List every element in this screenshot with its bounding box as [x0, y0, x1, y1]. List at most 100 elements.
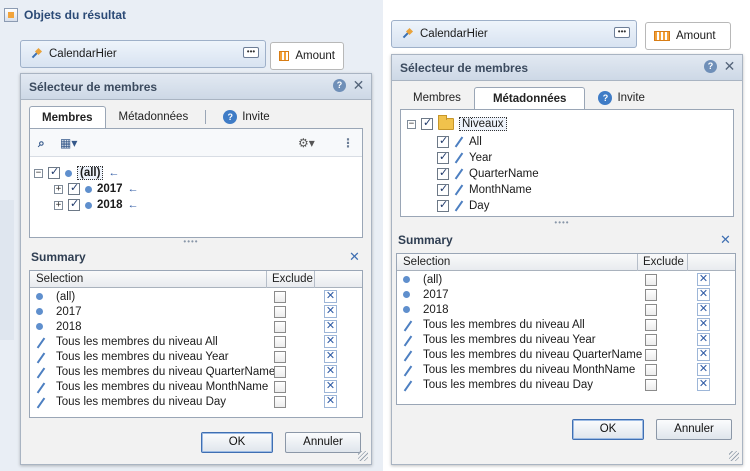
- collapse-toggle[interactable]: −: [34, 168, 43, 178]
- summary-title: Summary: [31, 250, 86, 264]
- amount-chip[interactable]: Amount: [270, 42, 344, 70]
- remove-x-icon[interactable]: ✕: [697, 363, 710, 376]
- calendarhier-chip[interactable]: CalendarHier •••: [20, 40, 266, 68]
- level-checkbox[interactable]: [437, 182, 449, 196]
- collapse-toggle[interactable]: −: [407, 119, 416, 129]
- tab-metadonnees[interactable]: Métadonnées: [106, 106, 202, 128]
- expand-toggle[interactable]: +: [54, 200, 63, 210]
- more-options-button[interactable]: •••: [243, 47, 259, 58]
- summary-row-label: Tous les membres du niveau Year: [56, 351, 229, 363]
- remove-x-icon[interactable]: ✕: [324, 380, 337, 393]
- remove-x-icon[interactable]: ✕: [324, 320, 337, 333]
- tree-node-label: QuarterName: [469, 168, 539, 180]
- ok-button[interactable]: OK: [201, 432, 273, 453]
- expand-toggle[interactable]: +: [54, 184, 63, 194]
- calendarhier-chip[interactable]: CalendarHier •••: [391, 20, 637, 48]
- exclude-checkbox[interactable]: [645, 304, 657, 316]
- tab-membres[interactable]: Membres: [29, 106, 106, 128]
- tree-node-label: (all): [77, 166, 104, 180]
- level-checkbox[interactable]: [437, 150, 449, 164]
- level-checkbox[interactable]: [437, 198, 449, 212]
- level-icon: [403, 321, 413, 331]
- checkbox-2017[interactable]: [68, 181, 80, 195]
- tree-node-level[interactable]: MonthName: [437, 182, 532, 198]
- checkbox-2018[interactable]: [68, 197, 80, 211]
- tab-invite[interactable]: ? Invite: [585, 87, 658, 109]
- wrench-icon[interactable]: ⚙▾: [298, 136, 315, 150]
- exclude-checkbox[interactable]: [274, 351, 286, 363]
- remove-x-icon[interactable]: ✕: [697, 318, 710, 331]
- help-icon[interactable]: ?: [704, 60, 717, 73]
- exclude-checkbox[interactable]: [274, 291, 286, 303]
- summary-row-label: Tous les membres du niveau Day: [423, 379, 594, 391]
- tree-node-2017[interactable]: + 2017 ←: [54, 181, 139, 197]
- amount-chip[interactable]: Amount: [645, 22, 731, 50]
- exclude-checkbox[interactable]: [274, 306, 286, 318]
- tree-node-level[interactable]: QuarterName: [437, 166, 539, 182]
- tab-invite-label: Invite: [242, 111, 270, 123]
- tab-membres-label: Membres: [413, 92, 461, 104]
- exclude-checkbox[interactable]: [645, 319, 657, 331]
- remove-x-icon[interactable]: ✕: [324, 350, 337, 363]
- remove-x-icon[interactable]: ✕: [697, 303, 710, 316]
- exclude-checkbox[interactable]: [645, 334, 657, 346]
- tree-node-level[interactable]: All: [437, 134, 482, 150]
- tree-node-level[interactable]: Day: [437, 198, 489, 214]
- background-fragment: [0, 200, 14, 340]
- close-icon[interactable]: ✕: [723, 59, 736, 73]
- checkbox-all[interactable]: [48, 165, 60, 179]
- resize-grip[interactable]: [729, 451, 739, 461]
- level-icon: [454, 169, 464, 179]
- exclude-checkbox[interactable]: [274, 336, 286, 348]
- binoculars-icon[interactable]: ⌕: [38, 136, 45, 150]
- tree-node-level[interactable]: Year: [437, 150, 492, 166]
- remove-x-icon[interactable]: ✕: [697, 348, 710, 361]
- exclude-checkbox[interactable]: [274, 366, 286, 378]
- resize-grip[interactable]: [358, 451, 368, 461]
- more-options-button[interactable]: •••: [614, 27, 630, 38]
- column-separator: [266, 271, 267, 288]
- remove-x-icon[interactable]: ✕: [324, 365, 337, 378]
- summary-close-icon[interactable]: ✕: [349, 249, 360, 265]
- exclude-checkbox[interactable]: [645, 349, 657, 361]
- help-icon[interactable]: ?: [333, 79, 346, 92]
- summary-row: Tous les membres du niveau All ✕: [397, 318, 735, 333]
- exclude-checkbox[interactable]: [645, 289, 657, 301]
- exclude-checkbox[interactable]: [645, 379, 657, 391]
- level-checkbox[interactable]: [437, 134, 449, 148]
- cancel-button[interactable]: Annuler: [285, 432, 361, 453]
- close-icon[interactable]: ✕: [352, 78, 365, 92]
- tree-node-niveaux[interactable]: − Niveaux: [407, 115, 507, 132]
- remove-x-icon[interactable]: ✕: [324, 305, 337, 318]
- exclude-checkbox[interactable]: [274, 396, 286, 408]
- col-exclude: Exclude: [643, 256, 684, 268]
- remove-x-icon[interactable]: ✕: [697, 333, 710, 346]
- level-checkbox[interactable]: [437, 166, 449, 180]
- tree-structure-icon[interactable]: ▦▾: [60, 136, 77, 150]
- remove-x-icon[interactable]: ✕: [697, 288, 710, 301]
- tree-node-2018[interactable]: + 2018 ←: [54, 197, 139, 213]
- remove-x-icon[interactable]: ✕: [324, 290, 337, 303]
- level-icon: [454, 137, 464, 147]
- exclude-checkbox[interactable]: [645, 274, 657, 286]
- remove-x-icon[interactable]: ✕: [324, 335, 337, 348]
- splitter-handle[interactable]: ••••: [171, 238, 211, 246]
- level-icon: [454, 185, 464, 195]
- remove-x-icon[interactable]: ✕: [324, 395, 337, 408]
- exclude-checkbox[interactable]: [274, 381, 286, 393]
- exclude-checkbox[interactable]: [274, 321, 286, 333]
- cancel-button[interactable]: Annuler: [656, 419, 732, 440]
- remove-x-icon[interactable]: ✕: [697, 273, 710, 286]
- summary-row-label: (all): [423, 274, 443, 286]
- checkbox-niveaux[interactable]: [421, 116, 433, 130]
- splitter-handle[interactable]: ••••: [542, 219, 582, 227]
- exclude-checkbox[interactable]: [645, 364, 657, 376]
- tab-invite[interactable]: ? Invite: [210, 106, 283, 128]
- summary-close-icon[interactable]: ✕: [720, 232, 731, 248]
- tab-metadonnees[interactable]: Métadonnées: [473, 87, 586, 109]
- hierarchy-view-icon[interactable]: ⋮: [342, 136, 354, 150]
- tab-membres[interactable]: Membres: [400, 87, 474, 109]
- tree-node-all[interactable]: − (all) ←: [34, 165, 119, 181]
- ok-button[interactable]: OK: [572, 419, 644, 440]
- remove-x-icon[interactable]: ✕: [697, 378, 710, 391]
